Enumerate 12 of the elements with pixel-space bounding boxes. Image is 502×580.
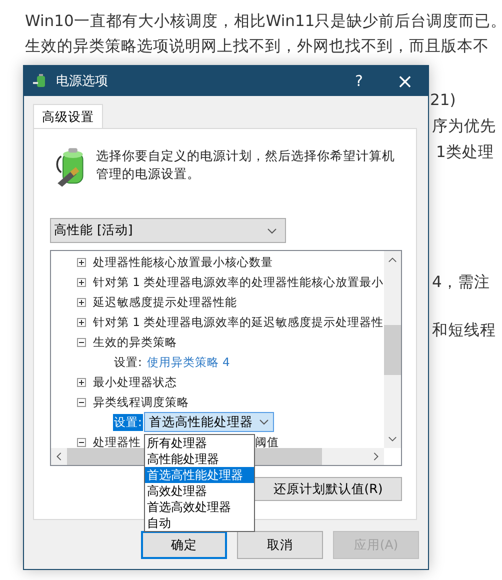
article-text: 21) [430, 90, 456, 111]
description-text: 选择你要自定义的电源计划，然后选择你希望计算机管理的电源设置。 [96, 147, 396, 183]
window-title: 电源选项 [56, 73, 108, 90]
setting-label: 设置: [113, 414, 143, 430]
article-text: 生效的异类策略选项说明网上找不到，外网也找不到，而且版本不 [25, 36, 490, 57]
setting-label: 设置: [113, 354, 143, 370]
article-text: Win10一直都有大小核调度，相比Win11只是缺少前后台调度而已。 [25, 11, 502, 32]
article-text: 序为优先 [432, 116, 496, 137]
article-text: 和短线程 [432, 320, 496, 341]
article-text: 1类处理 [436, 142, 494, 163]
tree-item-text: 阈值 [255, 434, 279, 448]
article-text: 4，需注 [432, 272, 490, 293]
